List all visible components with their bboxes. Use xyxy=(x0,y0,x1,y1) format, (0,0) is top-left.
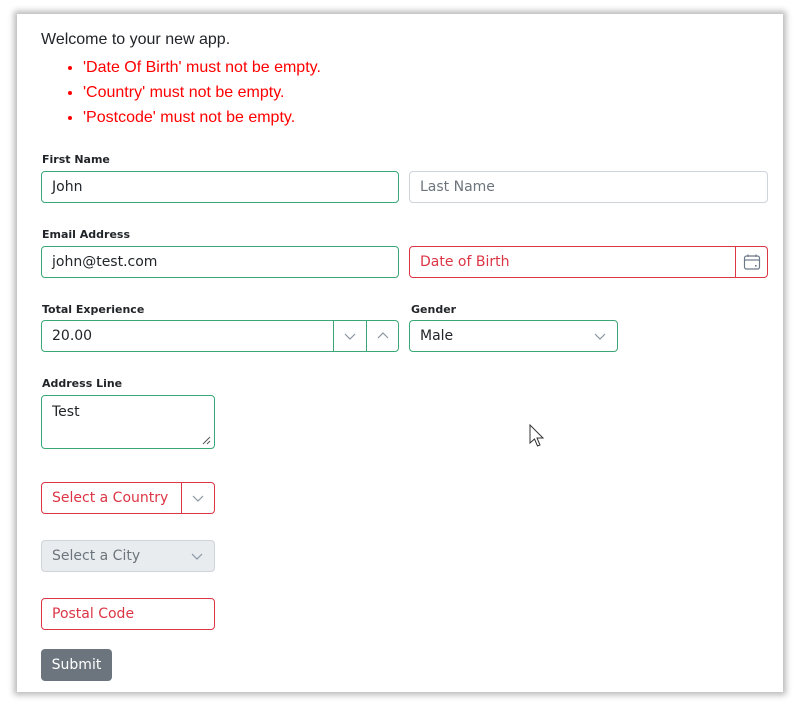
submit-button[interactable]: Submit xyxy=(41,649,112,681)
country-select[interactable]: Select a Country xyxy=(41,482,215,514)
date-of-birth-placeholder: Date of Birth xyxy=(420,254,510,270)
first-name-value: John xyxy=(52,179,83,195)
resize-handle-icon[interactable] xyxy=(202,436,211,445)
address-line-label: Address Line xyxy=(42,377,123,390)
gender-value: Male xyxy=(420,328,454,344)
country-dropdown-button[interactable] xyxy=(181,483,214,513)
chevron-down-icon xyxy=(594,333,606,340)
chevron-down-icon xyxy=(192,495,204,502)
last-name-placeholder: Last Name xyxy=(420,179,495,195)
email-value: john@test.com xyxy=(52,254,158,270)
decrement-button[interactable] xyxy=(333,321,366,351)
mouse-cursor-icon xyxy=(529,424,545,447)
first-name-label: First Name xyxy=(42,153,110,166)
postal-code-placeholder: Postal Code xyxy=(52,606,135,622)
chevron-down-icon xyxy=(344,333,356,340)
email-input[interactable]: john@test.com xyxy=(41,246,399,278)
postal-code-input[interactable]: Postal Code xyxy=(41,598,215,630)
validation-summary: 'Date Of Birth' must not be empty. 'Coun… xyxy=(41,55,321,130)
email-label: Email Address xyxy=(42,228,131,241)
city-select[interactable]: Select a City xyxy=(41,540,215,572)
date-picker-button[interactable] xyxy=(735,247,767,277)
address-line-textarea[interactable]: Test xyxy=(41,395,215,449)
welcome-text: Welcome to your new app. xyxy=(41,31,231,48)
total-experience-input[interactable]: 20.00 xyxy=(41,320,399,352)
gender-select[interactable]: Male xyxy=(409,320,618,352)
chevron-up-icon xyxy=(377,332,388,339)
validation-error: 'Date Of Birth' must not be empty. xyxy=(83,55,321,80)
calendar-icon xyxy=(743,254,760,270)
total-experience-value: 20.00 xyxy=(52,328,93,344)
last-name-input[interactable]: Last Name xyxy=(409,171,768,203)
first-name-input[interactable]: John xyxy=(41,171,399,203)
date-of-birth-input[interactable]: Date of Birth xyxy=(409,246,768,278)
country-placeholder: Select a Country xyxy=(52,490,169,506)
validation-error: 'Postcode' must not be empty. xyxy=(83,105,321,130)
gender-label: Gender xyxy=(411,303,457,316)
total-experience-label: Total Experience xyxy=(42,303,145,316)
city-placeholder: Select a City xyxy=(52,548,141,564)
increment-button[interactable] xyxy=(366,321,398,351)
validation-error: 'Country' must not be empty. xyxy=(83,80,321,105)
chevron-down-icon xyxy=(191,553,203,560)
address-line-value: Test xyxy=(52,404,80,420)
